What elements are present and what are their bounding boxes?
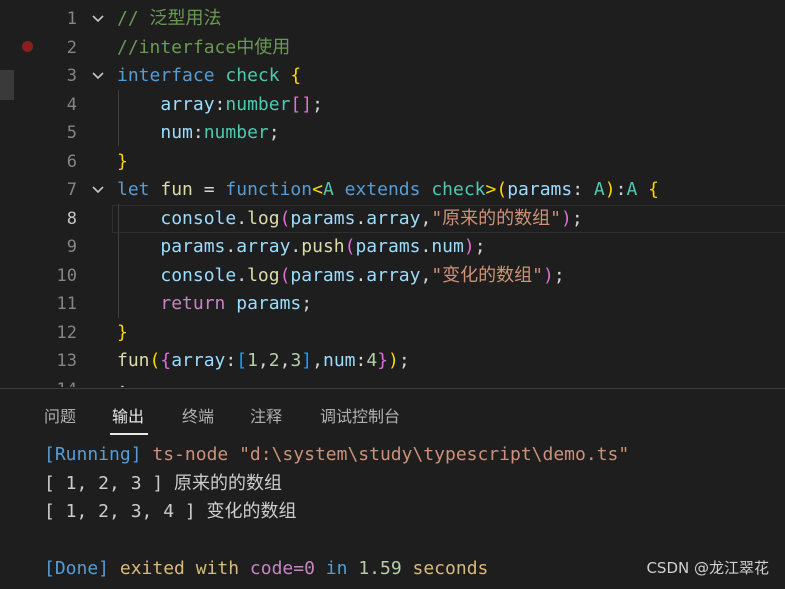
chevron-down-icon[interactable] bbox=[90, 62, 106, 90]
code-text[interactable]: console.log(params.array,"变化的数组"); bbox=[117, 262, 564, 290]
code-line[interactable]: 7 let fun = function<A extends check>(par… bbox=[0, 176, 785, 204]
code-text[interactable]: let fun = function<A extends check>(para… bbox=[117, 176, 659, 204]
code-line[interactable]: 6} bbox=[0, 148, 785, 176]
output-line: [Running] ts-node "d:\system\study\types… bbox=[44, 444, 630, 465]
code-text[interactable]: interface check { bbox=[117, 62, 301, 90]
line-number: 5 bbox=[66, 123, 77, 143]
tab-output[interactable]: 输出 bbox=[112, 403, 144, 427]
code-text[interactable]: params.array.push(params.num); bbox=[117, 233, 485, 261]
code-line[interactable]: 9 params.array.push(params.num); bbox=[0, 233, 785, 261]
code-editor[interactable]: 1 // 泛型用法 2 //interface中使用 3 interface check … bbox=[0, 0, 785, 387]
line-number: 7 bbox=[66, 180, 77, 200]
output-line: [ 1, 2, 3 ] 原来的的数组 bbox=[44, 472, 283, 494]
code-text[interactable]: fun({array:[1,2,3],num:4}); bbox=[117, 347, 410, 375]
line-number: 2 bbox=[66, 37, 77, 58]
code-text[interactable]: console.log(params.array,"原来的的数组"); bbox=[117, 205, 582, 233]
code-text[interactable]: // 泛型用法 bbox=[117, 5, 222, 33]
code-line[interactable]: 2 //interface中使用 bbox=[0, 34, 785, 62]
chevron-down-icon[interactable] bbox=[90, 5, 106, 33]
code-text[interactable]: array:number[]; bbox=[117, 91, 323, 119]
line-number: 10 bbox=[56, 265, 77, 286]
line-number: 12 bbox=[56, 322, 77, 343]
code-line[interactable]: 8 console.log(params.array,"原来的的数组"); bbox=[0, 205, 785, 233]
output-line: [ 1, 2, 3, 4 ] 变化的数组 bbox=[44, 501, 297, 522]
code-line[interactable]: 1 // 泛型用法 bbox=[0, 5, 785, 33]
tab-terminal[interactable]: 终端 bbox=[182, 403, 214, 427]
line-number: 4 bbox=[66, 94, 77, 115]
panel-tabs: 问题 输出 终端 注释 调试控制台 bbox=[0, 389, 785, 435]
line-number: 13 bbox=[56, 351, 77, 371]
code-text[interactable]: } bbox=[117, 148, 128, 176]
line-number: 6 bbox=[66, 151, 77, 172]
output-line: [Done] exited with code=0 in 1.59 second… bbox=[44, 558, 489, 579]
tab-debug-console[interactable]: 调试控制台 bbox=[320, 403, 400, 427]
code-line[interactable]: 3 interface check { bbox=[0, 62, 785, 90]
code-line[interactable]: 13 fun({array:[1,2,3],num:4}); bbox=[0, 347, 785, 375]
code-line[interactable]: 5 num:number; bbox=[0, 119, 785, 147]
line-number: 14 bbox=[40, 376, 77, 388]
chevron-down-icon[interactable] bbox=[90, 176, 106, 204]
code-line[interactable]: 11 return params; bbox=[0, 290, 785, 318]
tab-problems[interactable]: 问题 bbox=[44, 403, 76, 427]
code-text[interactable]: num:number; bbox=[117, 119, 279, 147]
code-line[interactable]: 12} bbox=[0, 319, 785, 347]
line-number: 1 bbox=[66, 9, 77, 29]
line-number: 9 bbox=[66, 237, 77, 257]
code-line[interactable]: 10 console.log(params.array,"变化的数组"); bbox=[0, 262, 785, 290]
tab-comments[interactable]: 注释 bbox=[250, 403, 282, 427]
code-line[interactable]: 14; bbox=[0, 376, 785, 388]
code-text[interactable]: ; bbox=[117, 376, 128, 388]
line-number: 8 bbox=[66, 208, 77, 229]
code-line[interactable]: 4 array:number[]; bbox=[0, 91, 785, 119]
code-text[interactable]: } bbox=[117, 319, 128, 347]
line-number: 11 bbox=[56, 294, 77, 314]
line-number: 3 bbox=[66, 66, 77, 86]
code-text[interactable]: //interface中使用 bbox=[117, 34, 290, 62]
active-tab-indicator bbox=[110, 433, 148, 435]
code-text[interactable]: return params; bbox=[117, 290, 312, 318]
watermark: CSDN @龙江翠花 bbox=[646, 559, 769, 577]
